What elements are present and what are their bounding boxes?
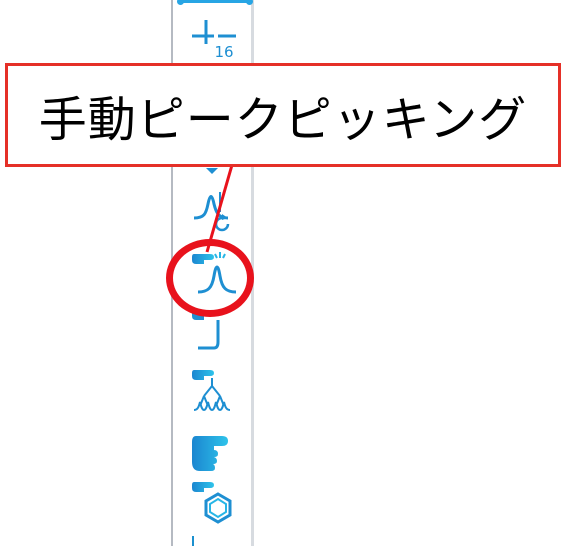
peak-integration-icon (193, 192, 230, 232)
callout-box: 手動ピークピッキング (5, 63, 561, 167)
structure-assignment-icon (192, 482, 232, 524)
pointer-hand-icon (192, 436, 228, 471)
toolbar-bottom-indicator (192, 536, 194, 546)
pointer-hand-button[interactable] (184, 424, 248, 482)
highlight-ring (166, 239, 254, 317)
multiplet-analysis-button[interactable] (184, 366, 248, 424)
callout-label: 手動ピークピッキング (38, 92, 528, 148)
integral-badge: 16 (214, 43, 233, 61)
peak-integration-button[interactable] (184, 184, 248, 242)
structure-assignment-button[interactable] (184, 476, 248, 534)
multiplet-analysis-icon (192, 370, 231, 412)
toolbar-top-indicator (177, 0, 253, 5)
